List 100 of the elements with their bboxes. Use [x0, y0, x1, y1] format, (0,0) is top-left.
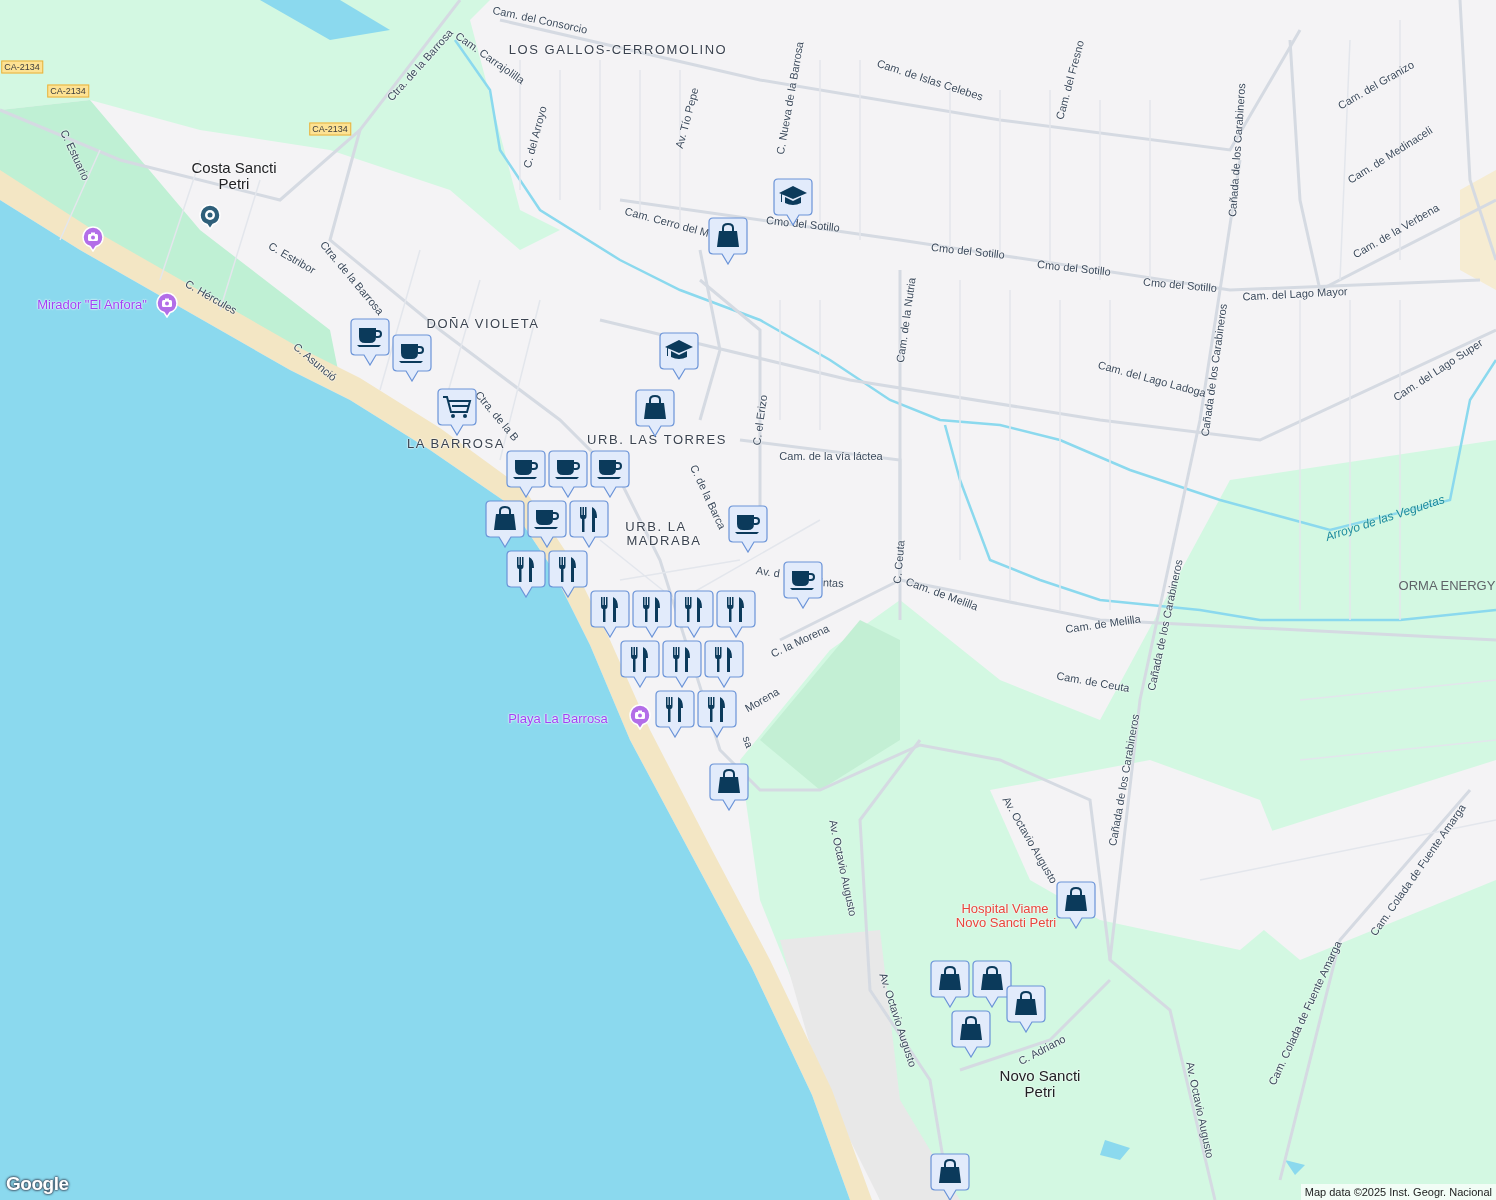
street-label: Cañada de los Carabineros — [1105, 712, 1143, 848]
fork-and-knife-icon — [559, 557, 576, 582]
cup-icon — [597, 460, 622, 479]
shopping-bag-icon — [718, 769, 740, 793]
map-marker[interactable] — [972, 960, 1012, 1008]
map-marker[interactable] — [350, 318, 390, 366]
map-marker[interactable] — [506, 550, 546, 598]
street-label: Cam. de la vía láctea — [779, 448, 883, 464]
street-label: Cam. de Ceuta — [1055, 668, 1131, 697]
street-label: C. Nueva de la Barrosa — [772, 40, 807, 156]
map-marker[interactable] — [527, 500, 567, 548]
street-label: Av. Octavio Augusto — [826, 818, 861, 918]
street-label: Cam. Cerro del M — [622, 203, 712, 241]
street-label: Cam. del Lago Mayor — [1242, 284, 1348, 305]
map-provider-logo: Google — [6, 1171, 69, 1196]
fork-and-knife-icon — [643, 597, 660, 622]
street-label: Cam. del Lago Ladoga — [1096, 357, 1208, 399]
street-label: Cam. de Melilla — [1064, 611, 1142, 637]
map-marker[interactable] — [506, 450, 546, 498]
fork-and-knife-icon — [666, 697, 683, 722]
street-label: C. del Arroyo — [519, 104, 550, 170]
map-marker[interactable] — [674, 590, 714, 638]
area-label: LA BARROSA — [407, 435, 505, 454]
fork-and-knife-icon — [673, 647, 690, 672]
street-label: Av. Octavio Augusto — [1183, 1060, 1218, 1160]
map-marker[interactable] — [620, 640, 660, 688]
fork-and-knife-icon — [727, 597, 744, 622]
street-label: C. de la Barca — [687, 461, 730, 533]
map-marker[interactable] — [716, 590, 756, 638]
street-label: Av. Octavio Augusto — [876, 970, 921, 1070]
street-label: sa — [739, 733, 757, 751]
map-marker[interactable] — [1006, 985, 1046, 1033]
camera-pin-icon[interactable] — [82, 226, 104, 252]
graduation-cap-icon — [665, 340, 693, 359]
road-number-badge: CA-2134 — [1, 60, 43, 74]
map-marker[interactable] — [392, 334, 432, 382]
cup-icon — [357, 328, 382, 347]
place-label: Costa Sancti Petri — [190, 160, 278, 192]
area-label: URB. LAS TORRES — [587, 431, 727, 450]
map-marker[interactable] — [930, 1153, 970, 1200]
fork-and-knife-icon — [517, 557, 534, 582]
shopping-bag-icon — [644, 395, 666, 419]
map-marker[interactable] — [951, 1010, 991, 1058]
cup-icon — [555, 460, 580, 479]
shopping-bag-icon — [717, 223, 739, 247]
graduation-cap-icon — [779, 186, 807, 205]
poi-label: Playa La Barrosa — [508, 710, 608, 729]
camera-pin-icon[interactable] — [629, 704, 651, 730]
map-marker[interactable] — [437, 388, 477, 436]
street-label: Cmo del Sotillo — [1142, 274, 1218, 296]
area-label: DOÑA VIOLETA — [426, 315, 540, 334]
map-attribution: Map data ©2025 Inst. Geogr. Nacional — [1300, 1184, 1496, 1200]
business-label: ORMA ENERGY — [1398, 577, 1496, 596]
place-label: Novo Sancti Petri — [998, 1068, 1082, 1100]
map-marker[interactable] — [655, 690, 695, 738]
shopping-bag-icon — [1015, 991, 1037, 1015]
shopping-bag-icon — [1065, 887, 1087, 911]
map-marker[interactable] — [548, 550, 588, 598]
cup-icon — [399, 344, 424, 363]
fork-and-knife-icon — [580, 507, 597, 532]
map-marker[interactable] — [569, 500, 609, 548]
shopping-cart-icon — [442, 396, 472, 418]
fork-and-knife-icon — [601, 597, 618, 622]
street-label: Av. d — [754, 563, 782, 582]
shopping-bag-icon — [960, 1016, 982, 1040]
cup-icon — [534, 510, 559, 529]
map-marker[interactable] — [590, 590, 630, 638]
map-marker[interactable] — [704, 640, 744, 688]
map-marker[interactable] — [548, 450, 588, 498]
map-marker[interactable] — [1056, 881, 1096, 929]
map-marker[interactable] — [709, 763, 749, 811]
map-marker[interactable] — [708, 217, 748, 265]
map-marker[interactable] — [635, 389, 675, 437]
map-marker[interactable] — [728, 505, 768, 553]
map-marker[interactable] — [659, 332, 699, 380]
camera-pin-icon[interactable] — [156, 292, 178, 318]
street-label: Cam. del Fresno — [1052, 38, 1088, 122]
map-marker[interactable] — [590, 450, 630, 498]
shopping-bag-icon — [981, 966, 1003, 990]
street-label: Cam. de la Nutria — [892, 276, 919, 364]
map-marker[interactable] — [930, 960, 970, 1008]
shopping-bag-icon — [939, 1159, 961, 1183]
road-number-badge: CA-2134 — [47, 84, 89, 98]
hospital-label: Hospital Viame — [961, 902, 1049, 916]
cup-icon — [513, 460, 538, 479]
street-label: Cañada de los Carabineros — [1225, 82, 1249, 218]
cup-icon — [735, 515, 760, 534]
cup-icon — [790, 571, 815, 590]
road-number-badge: CA-2134 — [309, 122, 351, 136]
map-marker[interactable] — [783, 561, 823, 609]
map-marker[interactable] — [632, 590, 672, 638]
street-label: Cmo del Sotillo — [930, 239, 1006, 263]
map-marker[interactable] — [485, 500, 525, 548]
street-label: Av. Tío Pepe — [671, 85, 702, 151]
location-pin-icon[interactable] — [199, 204, 221, 230]
shopping-bag-icon — [494, 506, 516, 530]
map-marker[interactable] — [662, 640, 702, 688]
shopping-bag-icon — [939, 966, 961, 990]
street-label: Cmo del Sotillo — [1036, 256, 1112, 280]
map-marker[interactable] — [697, 690, 737, 738]
